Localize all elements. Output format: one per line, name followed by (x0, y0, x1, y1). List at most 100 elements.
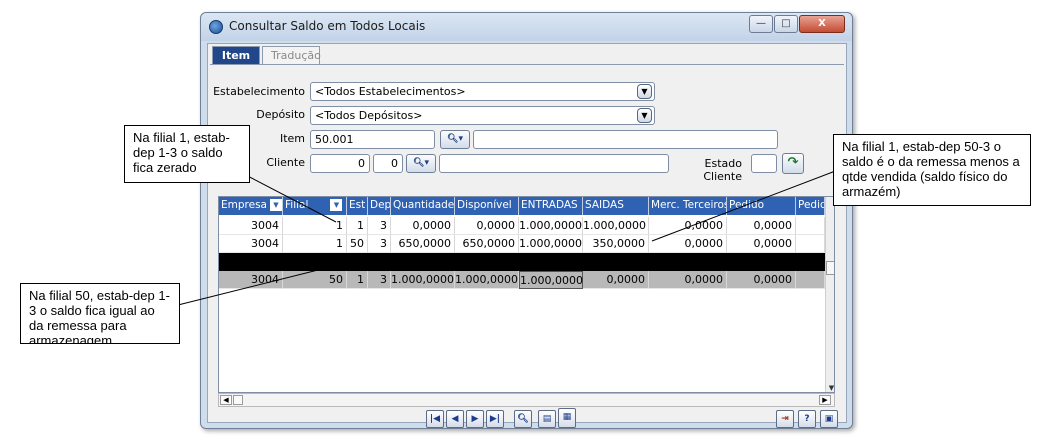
scroll-down-icon[interactable]: ▼ (826, 383, 834, 392)
table-cell: 1.000,0000 (519, 235, 583, 253)
form-view-icon[interactable]: ▤ (538, 410, 556, 428)
search-icon: 🔍︎▾ (447, 134, 463, 144)
cliente-search-button[interactable]: 🔍︎▾ (406, 154, 436, 173)
column-header[interactable]: SAIDAS (583, 197, 649, 215)
column-header[interactable]: Empresa ▼ (219, 197, 283, 215)
table-cell: 3 (368, 217, 391, 235)
table-row[interactable]: 3004 1 50 3 650,0000 650,0000 1.000,0000… (219, 235, 834, 253)
table-cell: 0,0000 (583, 271, 649, 289)
estado-cliente-label: Estado Cliente (703, 157, 742, 183)
info-icon[interactable]: ▣ (820, 410, 838, 428)
table-cell (796, 235, 825, 253)
main-window: Consultar Saldo em Todos Locais — □ X It… (200, 12, 853, 429)
table-cell (796, 217, 825, 235)
grid-view-icon[interactable]: ▦ (558, 408, 576, 428)
grid-header: Empresa ▼ Filial ▼ Est Dep Quantidade Disp… (219, 197, 834, 215)
estado-cliente-input[interactable] (751, 154, 777, 173)
first-record-icon[interactable]: |◀ (426, 410, 444, 428)
deposito-select[interactable]: <Todos Depósitos> ▼ (310, 106, 655, 125)
table-cell: 0,0000 (727, 271, 796, 289)
chevron-down-icon[interactable]: ▼ (637, 84, 652, 99)
scroll-thumb[interactable] (233, 395, 243, 405)
tab-item[interactable]: Item (212, 46, 260, 64)
table-cell: 1 (283, 217, 347, 235)
redacted-row (219, 253, 825, 271)
chevron-down-icon[interactable]: ▼ (330, 199, 343, 211)
column-header[interactable]: Dep (368, 197, 391, 215)
table-cell: 1.000,0000 (519, 217, 583, 235)
exit-icon[interactable]: ⇥ (776, 410, 794, 428)
callout-filial-50-dep-1-3: Na filial 50, estab-dep 1-3 o saldo fica… (20, 283, 180, 344)
table-cell (796, 271, 825, 289)
column-header[interactable]: Merc. Terceiros (649, 197, 727, 215)
table-cell: 50 (347, 235, 368, 253)
table-cell: 0,0000 (391, 217, 455, 235)
column-header[interactable]: Pedido (727, 197, 796, 215)
table-cell: 0,0000 (649, 235, 727, 253)
cliente-code-input[interactable]: 0 (310, 154, 370, 173)
tab-traducao[interactable]: Tradução (262, 46, 321, 64)
item-search-button[interactable]: 🔍︎▾ (440, 130, 470, 149)
app-icon (209, 20, 223, 34)
table-cell: 3 (368, 235, 391, 253)
title-bar[interactable]: Consultar Saldo em Todos Locais — □ X (201, 13, 852, 41)
column-header[interactable]: Pedido (796, 197, 825, 215)
deposito-label: Depósito (256, 108, 305, 121)
client-area: Item Tradução Estabelecimento <Todos Est… (207, 43, 847, 428)
table-cell: 0,0000 (727, 217, 796, 235)
chevron-down-icon[interactable]: ▼ (637, 108, 652, 123)
column-header[interactable]: Disponível (455, 197, 519, 215)
table-row[interactable]: 3004 1 1 3 0,0000 0,0000 1.000,0000 1.00… (219, 217, 834, 235)
table-cell: 0,0000 (455, 217, 519, 235)
cliente-description-field[interactable] (439, 154, 669, 173)
column-header[interactable]: Est (347, 197, 368, 215)
maximize-button[interactable]: □ (774, 15, 798, 33)
estabelecimento-label: Estabelecimento (213, 85, 305, 98)
scroll-right-icon[interactable]: ▶ (819, 395, 831, 405)
column-header[interactable]: ENTRADAS (519, 197, 583, 215)
cliente-seq-input[interactable]: 0 (373, 154, 403, 173)
table-cell: 3 (368, 271, 391, 289)
table-cell: 1 (347, 217, 368, 235)
next-record-icon[interactable]: ▶ (466, 410, 484, 428)
search-icon: 🔍︎▾ (413, 158, 429, 168)
vertical-scrollbar[interactable]: ▼ (825, 197, 834, 392)
go-arrow-icon[interactable]: ↷ (782, 153, 804, 174)
column-header-label: Empresa (221, 199, 267, 211)
column-header[interactable]: Filial ▼ (283, 197, 347, 215)
table-cell: 1 (347, 271, 368, 289)
table-cell-focused[interactable]: 1.000,0000 (519, 271, 583, 289)
estabelecimento-value: <Todos Estabelecimentos> (315, 85, 466, 98)
results-grid: Empresa ▼ Filial ▼ Est Dep Quantidade Disp… (218, 196, 835, 393)
help-icon[interactable]: ? (798, 410, 816, 428)
tab-divider (210, 64, 844, 65)
table-cell: 1.000,0000 (455, 271, 519, 289)
scroll-left-icon[interactable]: ◀ (220, 395, 232, 405)
minimize-button[interactable]: — (749, 15, 773, 33)
table-cell: 0,0000 (649, 271, 727, 289)
table-cell: 50 (283, 271, 347, 289)
table-cell: 3004 (219, 271, 283, 289)
close-button[interactable]: X (799, 15, 845, 33)
column-header[interactable]: Quantidade (391, 197, 455, 215)
table-cell: 650,0000 (391, 235, 455, 253)
scroll-thumb[interactable] (826, 261, 834, 275)
horizontal-scrollbar[interactable]: ◀ ▶ (218, 393, 835, 407)
table-cell: 1.000,0000 (583, 217, 649, 235)
previous-record-icon[interactable]: ◀ (446, 410, 464, 428)
last-record-icon[interactable]: ▶| (486, 410, 504, 428)
table-cell: 1 (283, 235, 347, 253)
deposito-value: <Todos Depósitos> (315, 109, 423, 122)
find-icon[interactable]: 🔍︎ (514, 410, 532, 428)
table-cell: 1.000,0000 (391, 271, 455, 289)
estabelecimento-select[interactable]: <Todos Estabelecimentos> ▼ (310, 82, 655, 101)
table-cell: 0,0000 (649, 217, 727, 235)
table-cell: 3004 (219, 217, 283, 235)
table-cell: 3004 (219, 235, 283, 253)
column-header-label: Filial (285, 199, 309, 211)
item-input[interactable]: 50.001 (310, 130, 435, 149)
callout-filial-1-dep-50-3: Na filial 1, estab-dep 50-3 o saldo é o … (833, 134, 1031, 206)
chevron-down-icon[interactable]: ▼ (269, 199, 282, 211)
item-description-field[interactable] (473, 130, 778, 149)
table-row-selected[interactable]: 3004 50 1 3 1.000,0000 1.000,0000 1.000,… (219, 271, 834, 289)
